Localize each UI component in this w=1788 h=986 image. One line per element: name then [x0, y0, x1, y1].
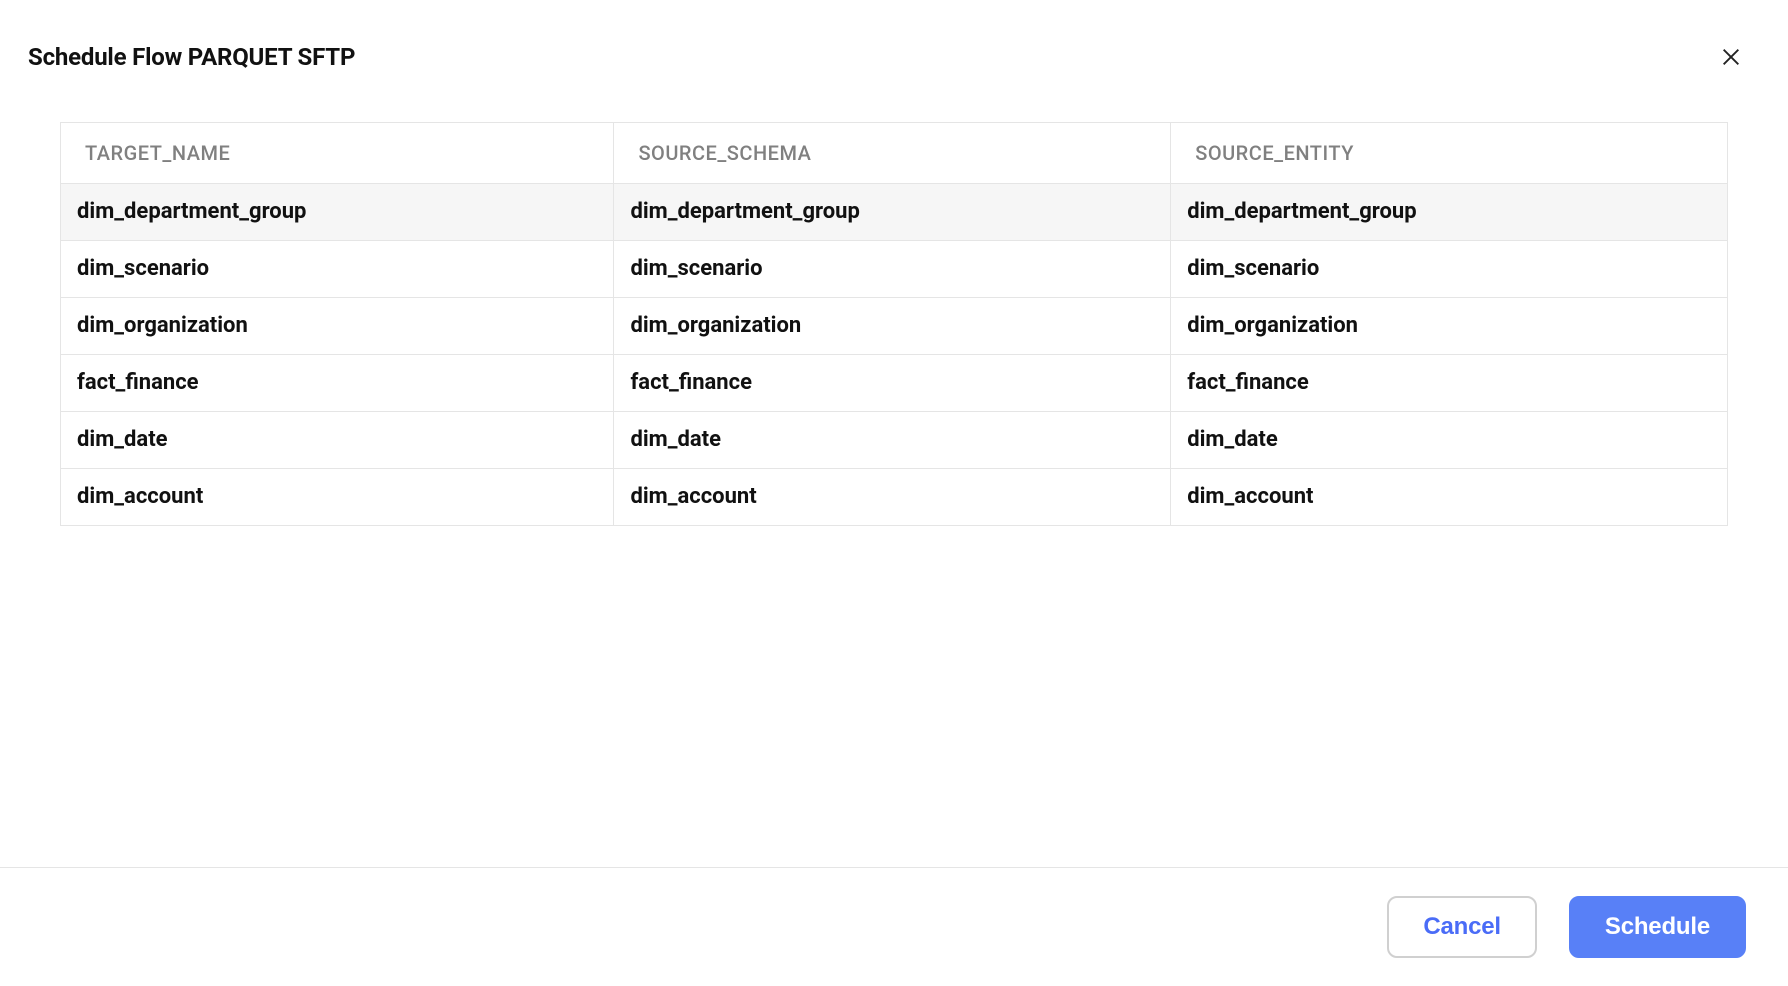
cell-source-entity: dim_date	[1171, 412, 1728, 469]
column-header-target-name[interactable]: TARGET_NAME	[61, 123, 614, 184]
table-row[interactable]: dim_accountdim_accountdim_account	[61, 469, 1728, 526]
cell-source-entity: dim_organization	[1171, 298, 1728, 355]
schedule-table: TARGET_NAME SOURCE_SCHEMA SOURCE_ENTITY …	[60, 122, 1728, 526]
column-header-source-schema[interactable]: SOURCE_SCHEMA	[614, 123, 1171, 184]
cell-target-name: dim_scenario	[61, 241, 614, 298]
cell-target-name: dim_department_group	[61, 184, 614, 241]
table-row[interactable]: fact_financefact_financefact_finance	[61, 355, 1728, 412]
table-header-row: TARGET_NAME SOURCE_SCHEMA SOURCE_ENTITY	[61, 123, 1728, 184]
table-row[interactable]: dim_datedim_datedim_date	[61, 412, 1728, 469]
dialog-header: Schedule Flow PARQUET SFTP	[0, 0, 1788, 76]
cell-target-name: dim_organization	[61, 298, 614, 355]
cell-source-schema: dim_account	[614, 469, 1171, 526]
table-row[interactable]: dim_department_groupdim_department_group…	[61, 184, 1728, 241]
table-row[interactable]: dim_scenariodim_scenariodim_scenario	[61, 241, 1728, 298]
close-icon	[1720, 46, 1742, 68]
cell-source-entity: fact_finance	[1171, 355, 1728, 412]
cell-source-entity: dim_department_group	[1171, 184, 1728, 241]
dialog-title: Schedule Flow PARQUET SFTP	[28, 43, 355, 71]
cell-source-entity: dim_account	[1171, 469, 1728, 526]
table-row[interactable]: dim_organizationdim_organizationdim_orga…	[61, 298, 1728, 355]
cell-source-schema: dim_scenario	[614, 241, 1171, 298]
cell-target-name: dim_date	[61, 412, 614, 469]
cell-source-entity: dim_scenario	[1171, 241, 1728, 298]
close-button[interactable]	[1712, 38, 1750, 76]
cell-source-schema: dim_date	[614, 412, 1171, 469]
dialog-footer: Cancel Schedule	[0, 867, 1788, 986]
cell-target-name: fact_finance	[61, 355, 614, 412]
cell-source-schema: fact_finance	[614, 355, 1171, 412]
cell-target-name: dim_account	[61, 469, 614, 526]
cancel-button[interactable]: Cancel	[1387, 896, 1537, 958]
schedule-button[interactable]: Schedule	[1569, 896, 1746, 958]
cell-source-schema: dim_organization	[614, 298, 1171, 355]
content-area: TARGET_NAME SOURCE_SCHEMA SOURCE_ENTITY …	[0, 76, 1788, 867]
column-header-source-entity[interactable]: SOURCE_ENTITY	[1171, 123, 1728, 184]
cell-source-schema: dim_department_group	[614, 184, 1171, 241]
